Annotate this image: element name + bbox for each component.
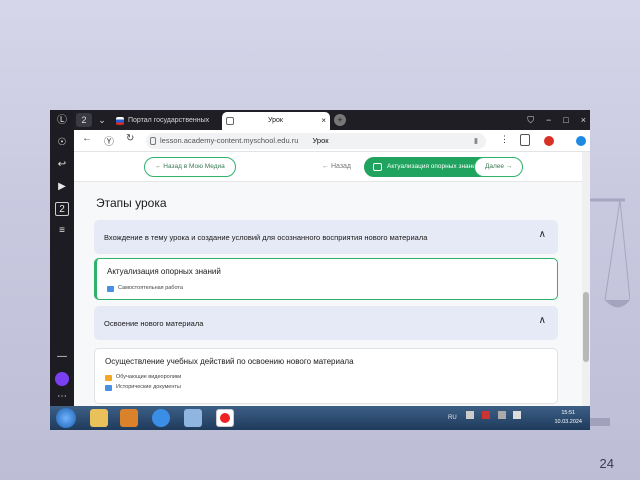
yandex-icon[interactable]: Ⓨ (104, 133, 114, 148)
stage-title: Актуализация опорных знаний (107, 267, 221, 276)
extension-red-icon[interactable] (544, 136, 554, 146)
calendar-icon (373, 163, 382, 171)
stage-item[interactable]: Исторические документы (105, 384, 181, 391)
yandex-logo-icon (220, 413, 230, 423)
page-scrollbar[interactable] (582, 152, 590, 406)
divider-icon: — (57, 351, 67, 362)
close-window-button[interactable]: × (581, 110, 586, 130)
stage-card-active[interactable]: Актуализация опорных знаний Самостоятель… (94, 258, 558, 300)
lesson-navigation: ← Назад в Мою Медиа ← Назад Актуализация… (74, 152, 582, 182)
chevron-up-icon[interactable]: ∧ (539, 315, 546, 326)
clock-time: 15:51 (561, 410, 576, 416)
back-arrow-icon[interactable]: ← (82, 133, 92, 144)
page-title: Этапы урока (96, 196, 167, 210)
section-header[interactable]: Освоение нового материала ∧ (94, 306, 558, 340)
notification-badge-icon[interactable] (576, 136, 586, 146)
chevron-up-icon[interactable]: ∧ (539, 229, 546, 240)
page-title-in-bar: Урок (312, 136, 329, 145)
tab-bar: 2 ⌄ Портал государственных Урок × + ⛉ − … (74, 110, 590, 130)
tab-lesson[interactable]: Урок × (222, 112, 330, 130)
maximize-button[interactable]: □ (563, 110, 568, 130)
section-title: Вхождение в тему урока и создание услови… (104, 233, 428, 242)
address-bar: ← Ⓨ ↻ lesson.academy-content.myschool.ed… (74, 130, 590, 152)
extension-icon[interactable] (520, 134, 530, 146)
flag-icon (116, 117, 124, 125)
screenshot-frame: Ⓛ ☉ ↩ ▶ 2 ≡ — ⋯ 2 ⌄ Портал государственн… (50, 110, 590, 430)
video-icon (105, 375, 112, 381)
alice-assistant-icon[interactable] (55, 372, 69, 386)
system-tray: RU (448, 406, 522, 430)
scrollbar-thumb[interactable] (583, 292, 589, 362)
tab-gosuslugi[interactable]: Портал государственных (112, 112, 222, 130)
url-text: lesson.academy-content.myschool.edu.ru (160, 136, 299, 145)
clock-icon[interactable]: ☉ (55, 136, 69, 150)
history-icon[interactable]: ↩ (55, 158, 69, 172)
stage-item-label: Обучающие видеоролики (116, 374, 182, 380)
current-stage-button[interactable]: Актуализация опорных знаний (364, 157, 491, 177)
start-button[interactable] (56, 408, 76, 428)
play-icon[interactable]: ▶ (55, 180, 69, 194)
bookmark-icon[interactable]: ▮ (474, 133, 478, 149)
url-field[interactable]: lesson.academy-content.myschool.edu.ru У… (146, 133, 486, 149)
volume-icon[interactable] (184, 409, 202, 427)
taskbar-clock[interactable]: 15:51 10.03.2024 (554, 409, 582, 427)
window-controls: ⛉ − □ × (527, 110, 586, 130)
language-indicator[interactable]: RU (448, 415, 457, 421)
next-stage-button[interactable]: Далее → (474, 157, 524, 177)
yandex-browser-icon[interactable] (216, 409, 234, 427)
profile-icon[interactable]: Ⓛ (55, 114, 69, 128)
tab-title: Урок (268, 117, 283, 124)
stage-card[interactable]: Осуществление учебных действий по освоен… (94, 348, 558, 404)
prev-stage-link[interactable]: ← Назад (322, 157, 351, 177)
internet-explorer-icon[interactable] (152, 409, 170, 427)
clock-date: 10.03.2024 (554, 419, 582, 425)
tray-antivirus-icon[interactable] (482, 411, 491, 419)
stage-item-label: Самостоятельная работа (118, 285, 183, 291)
section-header[interactable]: Вхождение в тему урока и создание услови… (94, 220, 558, 254)
close-tab-icon[interactable]: × (321, 112, 326, 130)
more-menu-icon[interactable]: ⋮ (500, 134, 509, 145)
tray-sound-icon[interactable] (513, 411, 522, 419)
tab-title: Портал государственных (128, 117, 210, 124)
stage-title: Осуществление учебных действий по освоен… (105, 357, 354, 366)
task-icon (107, 286, 114, 292)
tab-menu-button[interactable]: ⌄ (94, 113, 110, 127)
tab-counter-button[interactable]: 2 (76, 113, 92, 127)
tray-network-icon[interactable] (497, 411, 506, 419)
explorer-icon[interactable] (90, 409, 108, 427)
left-system-strip: Ⓛ ☉ ↩ ▶ 2 ≡ — ⋯ (50, 110, 74, 406)
lock-icon (150, 137, 156, 145)
back-to-library-button[interactable]: ← Назад в Мою Медиа (144, 157, 236, 177)
minimize-button[interactable]: − (546, 110, 551, 130)
reload-icon[interactable]: ↻ (126, 133, 134, 144)
section-title: Освоение нового материала (104, 319, 204, 328)
current-stage-label: Актуализация опорных знаний (387, 163, 480, 170)
windows-taskbar: RU 15:51 10.03.2024 (50, 406, 590, 430)
tray-app-icon[interactable] (466, 411, 475, 419)
slide-number: 24 (599, 456, 614, 471)
document-icon (105, 385, 112, 391)
stage-item[interactable]: Обучающие видеоролики (105, 374, 182, 381)
stage-item[interactable]: Самостоятельная работа (107, 285, 183, 292)
media-player-icon[interactable] (120, 409, 138, 427)
lesson-page: ← Назад в Мою Медиа ← Назад Актуализация… (74, 152, 582, 406)
counter-icon[interactable]: 2 (55, 202, 69, 216)
protect-icon[interactable]: ⛉ (527, 110, 534, 130)
more-icon[interactable]: ⋯ (55, 390, 69, 404)
menu-icon[interactable]: ≡ (55, 224, 69, 238)
new-tab-button[interactable]: + (334, 114, 346, 126)
page-icon (226, 117, 234, 125)
stage-item-label: Исторические документы (116, 384, 181, 390)
